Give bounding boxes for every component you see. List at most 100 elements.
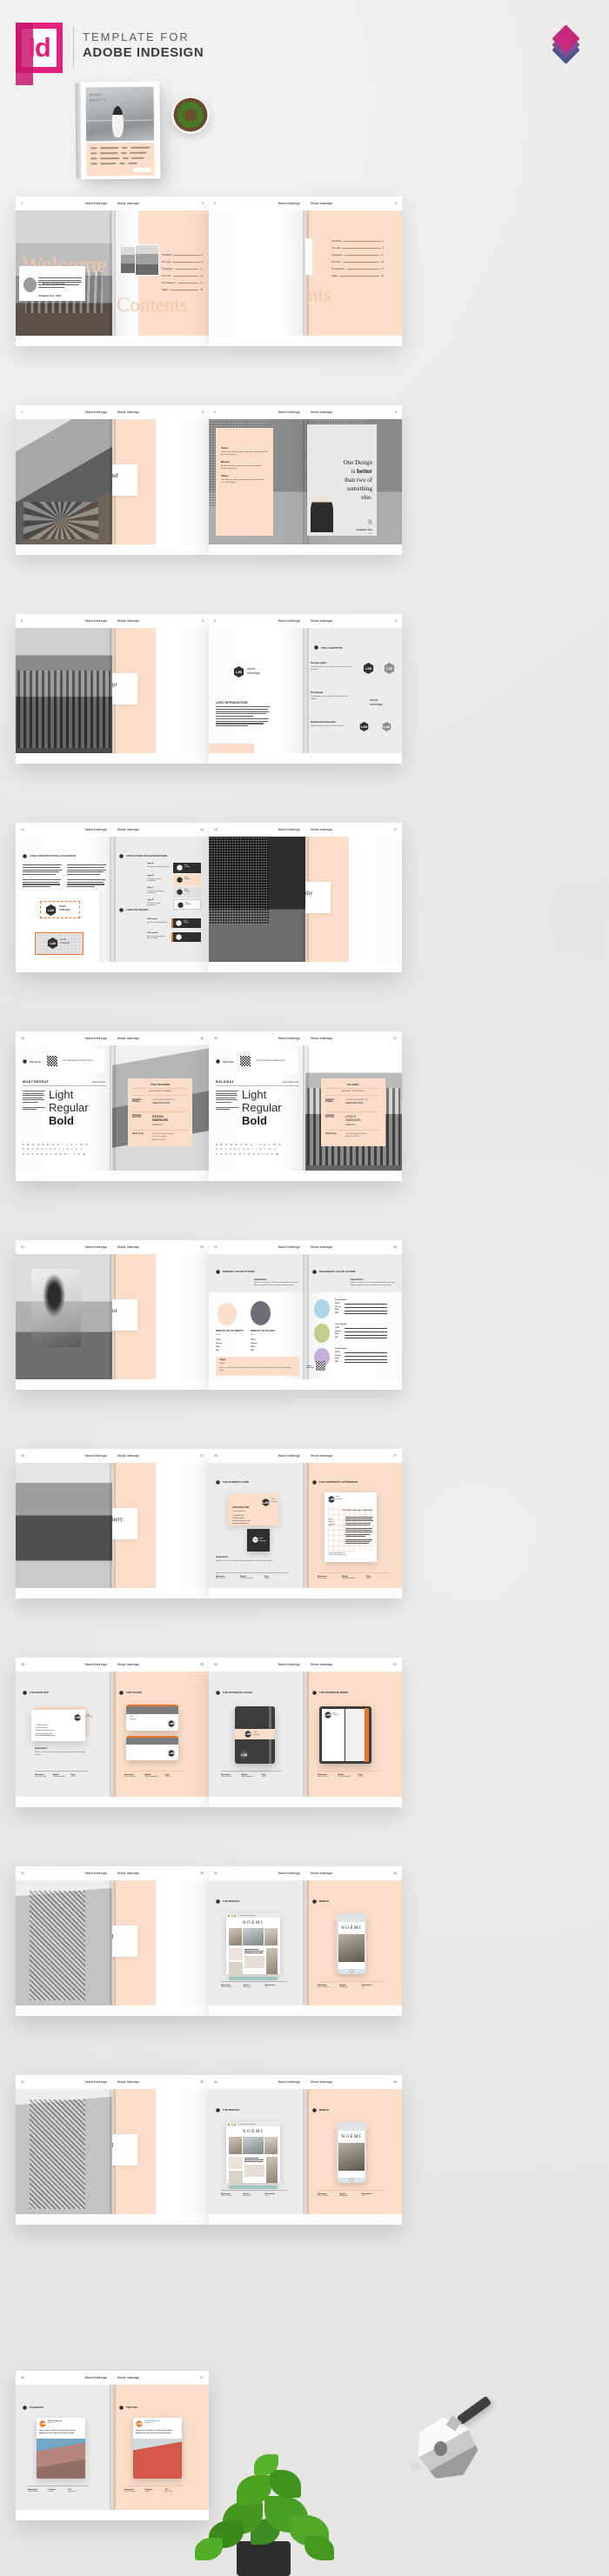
text-line: [23, 864, 62, 866]
spec-item: Dimension 750 x 1334 px: [318, 1985, 339, 1988]
spread-typography-divider[interactable]: 16Stock Indesign Typography Stock Indesi…: [209, 819, 402, 978]
text-line: [345, 1530, 372, 1532]
text-line: [23, 1101, 39, 1103]
toc-leader: [177, 283, 199, 284]
spread-business-card[interactable]: THE BUSINESS CARD LAB stock indesign JONA…: [209, 1445, 402, 1604]
text-line: [23, 874, 57, 876]
toc-row: Digital 35: [331, 275, 384, 277]
construction-title: LOGO CONSTRUCTION & CLEARANCE: [30, 855, 77, 858]
man-cutout: [311, 496, 333, 532]
spread-website-mobile[interactable]: THE WEBSITE www.stockindesign.com NOÉMI: [209, 1863, 402, 2021]
contact-line: T +00 000 00 00: [232, 1515, 244, 1517]
spread-the-brand[interactable]: 4Stock Indesign The Brand Stock Indesign…: [16, 402, 209, 560]
page-digital-photo-2: 34 Stock Indesign: [16, 2075, 112, 2225]
block-heading: Mission: [221, 461, 230, 464]
spec-item: Weight 100 g Uncoated: [338, 1774, 358, 1778]
spec-item: Dimension 1366 x 768 px: [221, 2193, 243, 2197]
spread-color-system[interactable]: PRIMARY COLOR SYSTEM Explanation Below i…: [209, 1237, 402, 1395]
variant-title: Stacked and lockup marks: [311, 722, 336, 724]
letterhead-body: [345, 1517, 373, 1545]
explanation-body: Below is a list of core colors used thro…: [254, 1282, 299, 1287]
spread-quote[interactable]: Vision Lorem ipsum dolor sit amet, consec…: [209, 402, 402, 560]
text-line: [345, 1543, 369, 1545]
table-of-contents[interactable]: The Brand 5 The Logo 9 Typography 17 The Color…: [162, 254, 203, 296]
qr-card: Type Download on Adobe Fonts: [42, 1049, 104, 1073]
spread-logo-intro[interactable]: LAB stock indesign LOGO INTRODUCTION 8 Sto…: [209, 611, 402, 769]
twitter-title: TWITTER: [126, 2406, 137, 2409]
page-header: Id TEMPLATE FOR ADOBE INDESIGN: [0, 0, 609, 85]
page-business-card: THE BUSINESS CARD LAB stock indesign JONA…: [209, 1449, 305, 1598]
digital-card: Digital: [112, 1925, 137, 1957]
swatch-field: Pantone: [335, 1306, 387, 1308]
toc-leader: [346, 269, 380, 270]
spread-the-logo[interactable]: 8Stock Indesign The Logo Stock Indesign9: [16, 611, 209, 769]
page-notebook-inside: THE NOTEBOOK INSIDE LAB stock indesign Di…: [305, 1658, 402, 1807]
spread-digital[interactable]: 34Stock Indesign Digital Stock Indesign3…: [16, 1863, 209, 2021]
spread-contents-right[interactable]: 2Stock Indesign Contents The Brand5The L…: [209, 193, 402, 351]
text-line: [216, 1099, 238, 1101]
secondary-color-title: SECONDARY COLOR SYSTEM: [319, 1271, 356, 1273]
toc-page: 9: [382, 247, 384, 250]
toc-label: Digital: [162, 289, 168, 291]
jeans-sneakers-photo: [16, 1463, 112, 1588]
specs-mobile: Dimension 750 x 1334 px System Wordpress Res…: [318, 1985, 384, 1988]
field-value: [345, 1331, 387, 1332]
notebook-page-right: [345, 1709, 365, 1761]
img-item-title: Full lockup: [147, 918, 157, 920]
mobile-wordmark: NOÉMI: [341, 1925, 362, 1931]
toc-leader: [173, 255, 200, 256]
round-plant-pot: [171, 96, 210, 134]
spread-welcome[interactable]: Welcome Brand Guidelines Jonathan Doe, C…: [16, 193, 209, 351]
secondary-swatch-name: Color Swatch: [335, 1324, 347, 1325]
phone-home-button[interactable]: [349, 1969, 354, 1973]
toc-row: The Brand 5: [331, 240, 384, 243]
toc-label: The Color: [331, 261, 341, 264]
spread-social-top[interactable]: 34Stock Indesign Digital Stock Indesign3…: [16, 2072, 209, 2230]
lab-hex-logo: LAB: [233, 666, 244, 677]
toc-page: 17: [200, 268, 203, 270]
field-label: CMYK: [335, 1327, 340, 1329]
secondary-swatch: [314, 1299, 330, 1318]
toc-page: 27: [381, 268, 384, 270]
page-color-photo: 22 Stock Indesign: [16, 1240, 112, 1390]
toc-row: The Stationery 27: [331, 268, 384, 270]
spread-the-stationery[interactable]: 26Stock Indesign The Stationery Stock In…: [16, 1445, 209, 1604]
facebook-title: FACEBOOK: [30, 2406, 44, 2409]
spread-notebook[interactable]: THE NOTEBOOK COVER LAB stock indesign LAB…: [209, 1654, 402, 1812]
spec-value: 300 g Hardcover: [241, 1776, 255, 1778]
field-label: HEX: [335, 1360, 338, 1363]
swatch-field: RGB ·: [251, 1346, 264, 1349]
swatch-field: HEX ·: [216, 1350, 229, 1352]
the-logo-card: The Logo: [112, 673, 137, 704]
spread-the-color[interactable]: 22Stock Indesign The Color Stock Indesig…: [16, 1237, 209, 1395]
envelope-contacts: T +00 000 00 00 M +00 000 00 00 hello@stoc…: [36, 1725, 53, 1736]
bg-item-body: The logo on a peach background.: [147, 878, 162, 883]
logo-intro-body: [216, 706, 270, 728]
toc-row: Typography 17: [162, 268, 203, 270]
secondary-swatch-name: Color Swatch: [335, 1348, 347, 1350]
page-montserrat-specimen: TYPE SPECIMEN MONTSERRAT / PRIMARY Headl…: [112, 1031, 209, 1181]
page-raleway-specimen: RALEWAY RALEWAY / SECONDARY Headline Disp…: [305, 1031, 402, 1181]
specs-facebook: Dimension 1200 x 630 px Category Social File…: [28, 2489, 89, 2493]
toc-row: The Brand 5: [162, 254, 203, 257]
table-of-contents-2[interactable]: The Brand 5 The Logo 9 Typography 17 The Color…: [331, 240, 384, 282]
toc-page: 23: [200, 275, 203, 277]
spread-raleway[interactable]: The Font Type Download on Adobe Fonts RA…: [209, 1028, 402, 1186]
handbag-escalator-photo: [16, 419, 112, 544]
page-digital-divider: Digital Stock Indesign35: [112, 1866, 209, 2016]
spread-envelope-folder[interactable]: THE ENVELOPE LAB stock indesign T +00 000…: [16, 1654, 209, 1812]
business-card-front: LAB stock indesign JONATHAN DOE Creative …: [228, 1494, 278, 1525]
logotype-section-title: THE LOGOTYPE: [321, 646, 343, 650]
text-line: [67, 874, 101, 876]
contact-line: M +00 000 00 00: [36, 1727, 48, 1730]
swatch-field: RGB ·: [216, 1346, 229, 1349]
spread-montserrat[interactable]: The Font Type Download on Adobe Fonts MO…: [16, 1028, 209, 1186]
field-value: [345, 1358, 387, 1360]
spec-value: 130 x 210 mm: [318, 1776, 329, 1778]
spec-value: 750 x 1334 px: [318, 1986, 329, 1988]
spread-website-mobile-2[interactable]: THE WEBSITE www.stockindesign.com NOÉMI: [209, 2072, 402, 2230]
spread-logo-construction[interactable]: LOGO CONSTRUCTION & CLEARANCE LAB stock i…: [16, 819, 209, 978]
cover-peach-block: [86, 142, 155, 177]
swatch-fields-2: CMYK · Pantone · RGB · HEX ·: [251, 1339, 264, 1353]
specs-letterhead: Dimension 85 x 55 mm Weight 350 g Uncoated P…: [318, 1576, 391, 1579]
